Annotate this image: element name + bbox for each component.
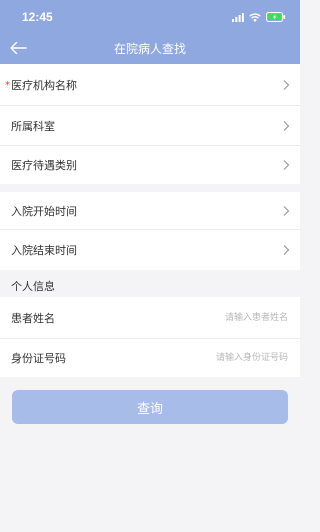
required-marker: * bbox=[5, 79, 10, 91]
app-header: 12:45 在院病人查找 bbox=[0, 0, 300, 64]
department-label: 所属科室 bbox=[11, 120, 55, 133]
nav-bar: 在院病人查找 bbox=[0, 34, 300, 64]
chevron-right-icon bbox=[283, 121, 290, 131]
status-time: 12:45 bbox=[22, 10, 53, 24]
patient-name-label: 患者姓名 bbox=[11, 311, 55, 325]
id-number-input[interactable] bbox=[158, 349, 288, 367]
personal-info-header: 个人信息 bbox=[0, 271, 300, 297]
chevron-right-icon bbox=[283, 160, 290, 170]
page-title: 在院病人查找 bbox=[113, 42, 186, 56]
institution-name-label: 医疗机构名称 bbox=[11, 79, 77, 92]
id-number-label: 身份证号码 bbox=[11, 352, 66, 365]
chevron-right-icon bbox=[283, 80, 290, 90]
treatment-category-label: 医疗待遇类别 bbox=[11, 159, 77, 172]
section-title: 个人信息 bbox=[11, 280, 55, 293]
section-gap bbox=[0, 184, 300, 192]
chevron-right-icon bbox=[283, 206, 290, 216]
admission-start-label: 入院开始时间 bbox=[11, 205, 77, 218]
admission-start-row[interactable]: 入院开始时间 bbox=[0, 192, 300, 230]
department-row[interactable]: 所属科室 bbox=[0, 106, 300, 146]
institution-name-row[interactable]: * 医疗机构名称 bbox=[0, 64, 300, 106]
query-button[interactable]: 查询 bbox=[12, 390, 288, 424]
wifi-icon bbox=[249, 12, 261, 22]
status-icons bbox=[232, 11, 286, 23]
status-bar: 12:45 bbox=[0, 0, 300, 34]
chevron-right-icon bbox=[283, 245, 290, 255]
patient-name-row: 患者姓名 bbox=[0, 297, 300, 338]
id-number-row: 身份证号码 bbox=[0, 339, 300, 377]
admission-end-label: 入院结束时间 bbox=[11, 244, 77, 257]
patient-name-input[interactable] bbox=[158, 308, 288, 327]
signal-icon bbox=[232, 12, 244, 22]
treatment-category-row[interactable]: 医疗待遇类别 bbox=[0, 146, 300, 184]
battery-charging-icon bbox=[266, 12, 285, 22]
admission-end-row[interactable]: 入院结束时间 bbox=[0, 230, 300, 270]
